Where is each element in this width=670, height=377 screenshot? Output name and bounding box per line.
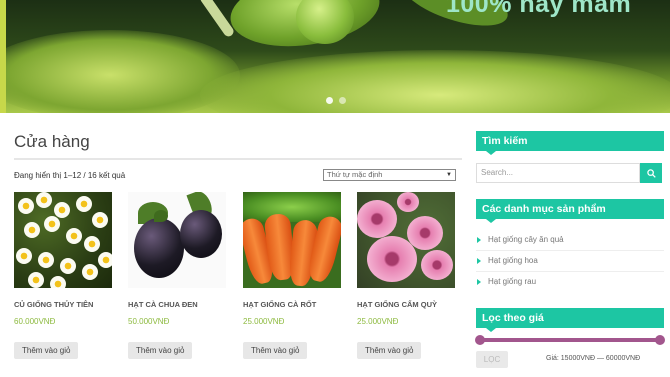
category-label: Hạt giống cây ăn quả <box>488 235 564 244</box>
result-count: Đang hiển thị 1–12 / 16 kết quả <box>14 171 126 180</box>
price-slider-min-handle[interactable] <box>475 335 485 345</box>
product-name[interactable]: CỦ GIỐNG THỦY TIÊN <box>14 300 112 309</box>
triangle-right-icon <box>477 237 481 243</box>
filter-button[interactable]: LỌC <box>476 351 508 368</box>
sort-dropdown[interactable]: Thứ tự mặc định ▼ <box>323 169 456 181</box>
price-filter-widget-label: Lọc theo giá <box>482 312 544 324</box>
product-card: CỦ GIỐNG THỦY TIÊN 60.000VNĐ Thêm vào gi… <box>14 192 112 359</box>
product-image-carrot[interactable] <box>243 192 341 288</box>
category-item-vegetables[interactable]: Hạt giống rau <box>476 272 664 293</box>
hero-left-edge <box>0 0 6 113</box>
slider-dot-1[interactable] <box>326 97 333 104</box>
category-item-flowers[interactable]: Hạt giống hoa <box>476 251 664 272</box>
product-price: 25.000VNĐ <box>357 317 399 326</box>
hero-slogan: 100% hay mầm <box>446 0 632 18</box>
category-label: Hạt giống hoa <box>488 256 538 265</box>
product-price: 60.000VNĐ <box>14 317 56 326</box>
add-to-cart-button[interactable]: Thêm vào giỏ <box>357 342 422 359</box>
title-divider <box>14 158 462 160</box>
sort-selected-value: Thứ tự mặc định <box>327 170 383 179</box>
category-list: Hạt giống cây ăn quả Hạt giống hoa Hạt g… <box>476 230 664 293</box>
product-price: 25.000VNĐ <box>243 317 285 326</box>
product-image-narcissus[interactable] <box>14 192 112 288</box>
add-to-cart-button[interactable]: Thêm vào giỏ <box>128 342 193 359</box>
product-name[interactable]: HẠT GIỐNG CÀ RỐT <box>243 300 341 309</box>
product-grid: CỦ GIỐNG THỦY TIÊN 60.000VNĐ Thêm vào gi… <box>14 192 474 377</box>
page-title: Cửa hàng <box>14 132 90 151</box>
slider-dots <box>326 97 346 104</box>
category-label: Hạt giống rau <box>488 277 537 286</box>
price-slider-max-handle[interactable] <box>655 335 665 345</box>
product-card: HẠT CÀ CHUA ĐEN 50.000VNĐ Thêm vào giỏ <box>128 192 226 359</box>
search-widget-label: Tìm kiếm <box>482 135 528 147</box>
search-input[interactable]: Search... <box>476 163 640 183</box>
product-image-black-tomato[interactable] <box>128 192 226 288</box>
triangle-right-icon <box>477 258 481 264</box>
price-filter-widget-title: Lọc theo giá <box>476 308 664 332</box>
product-card: HẠT GIỐNG CẨM QUỲ 25.000VNĐ Thêm vào giỏ <box>357 192 455 359</box>
price-slider-track[interactable] <box>480 338 660 342</box>
category-item-fruit[interactable]: Hạt giống cây ăn quả <box>476 230 664 251</box>
categories-widget-label: Các danh mục sản phẩm <box>482 203 606 215</box>
search-icon <box>646 168 656 178</box>
chevron-down-icon: ▼ <box>446 172 452 178</box>
add-to-cart-button[interactable]: Thêm vào giỏ <box>243 342 308 359</box>
hero-foliage-right <box>200 50 670 113</box>
product-card: HẠT GIỐNG CÀ RỐT 25.000VNĐ Thêm vào giỏ <box>243 192 341 359</box>
product-price: 50.000VNĐ <box>128 317 170 326</box>
categories-widget-title: Các danh mục sản phẩm <box>476 199 664 223</box>
product-image-mallow[interactable] <box>357 192 455 288</box>
add-to-cart-button[interactable]: Thêm vào giỏ <box>14 342 79 359</box>
search-button[interactable] <box>640 163 662 183</box>
product-name[interactable]: HẠT CÀ CHUA ĐEN <box>128 300 226 309</box>
search-widget-title: Tìm kiếm <box>476 131 664 155</box>
slider-dot-2[interactable] <box>339 97 346 104</box>
triangle-right-icon <box>477 279 481 285</box>
price-range-label: Giá: 15000VNĐ — 60000VNĐ <box>546 355 641 362</box>
hero-banner: 100% hay mầm <box>0 0 670 113</box>
product-name[interactable]: HẠT GIỐNG CẨM QUỲ <box>357 300 455 309</box>
